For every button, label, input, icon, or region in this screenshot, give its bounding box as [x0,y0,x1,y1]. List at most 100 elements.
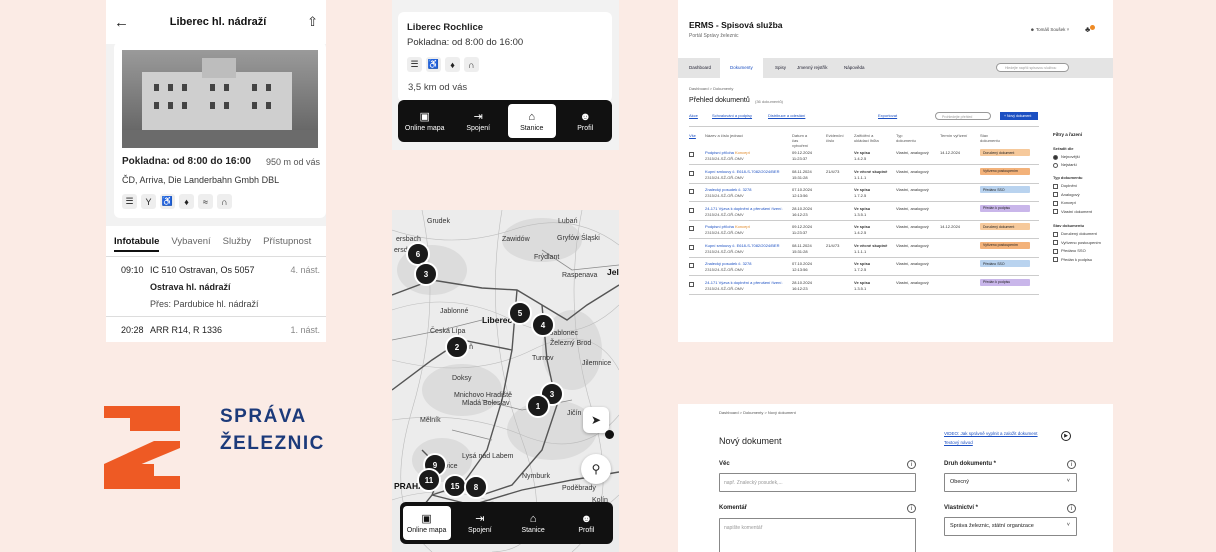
info-icon[interactable]: i [1067,460,1076,469]
document-type: Vlastní, analogový [896,224,929,229]
state-checkbox[interactable] [1053,231,1058,237]
row-checkbox[interactable] [689,263,694,268]
row-checkbox[interactable] [689,170,694,176]
nav-online-map[interactable]: ▣ Online mapa [401,104,449,138]
text-guide-link[interactable]: Textový návod [944,440,973,445]
type-checkbox[interactable] [1053,183,1058,189]
nav-rejstrik[interactable]: Jmenný rejstřík [797,65,828,70]
subject-input[interactable]: např. Znalecký posudek,... [719,473,916,492]
departure-train: ARR R14, R 1336 [150,325,223,335]
tab-infotabule[interactable]: Infotabule [114,236,160,252]
document-time: 16:12:23 [792,285,808,291]
map-label: Železný Brod [550,340,592,347]
nav-profile[interactable]: ☻ Profil [561,104,609,138]
nav-connection[interactable]: ⇥ Spojení [454,104,502,138]
row-checkbox[interactable] [689,226,694,231]
row-checkbox[interactable] [689,189,694,194]
document-date: 07.10.2024 [792,261,813,266]
wifi-icon: ≈ [198,194,213,209]
tab-sluzby[interactable]: Služby [223,236,252,252]
col-name: Název a číslo jednací [705,133,744,138]
map-cluster-marker[interactable]: 3 [414,262,438,286]
nav-connection[interactable]: ⇥ Spojení [456,506,504,540]
col-evid: Evidenční číslo [826,133,844,143]
sort-option-label: Nejnovější [1061,154,1080,159]
map-screen[interactable]: ersbach ersdorf Zawidów Grudek Gryfów Śl… [392,210,619,552]
nav-napoveda[interactable]: Nápověda [844,65,865,70]
map-cluster-marker[interactable]: 5 [508,301,532,325]
status-badge: Předáno SSO [980,186,1030,193]
user-icon: ☻ [580,512,593,525]
sort-radio[interactable] [1053,154,1058,160]
map-label: Jele [607,267,619,277]
row-checkbox[interactable] [689,152,694,157]
toolbar-export[interactable]: Exportovat [878,113,897,118]
state-checkbox[interactable] [1053,257,1058,262]
map-cluster-marker[interactable]: 8 [464,475,488,499]
nav-online-map[interactable]: ▣ Online mapa [402,506,451,540]
type-checkbox[interactable] [1053,209,1058,214]
concept-tag: Koncept [735,150,750,155]
user-menu[interactable]: ☻ Tomáš Soušek ˅ [1030,27,1069,32]
global-search-input[interactable]: Hledejte napříč spisovou službou [996,63,1069,72]
info-icon[interactable]: i [907,504,916,513]
document-name-link[interactable]: Znalecký posudek č. 3278 [705,187,783,192]
toolbar-actions[interactable]: Akce [689,113,698,118]
back-arrow-icon[interactable]: ← [114,14,129,31]
map-cluster-marker[interactable]: 11 [417,468,441,492]
new-document-button[interactable]: + Nový dokument [1000,112,1038,120]
doctype-select[interactable]: Obecný ˅ [944,473,1077,492]
status-badge: Předán k podpisu [980,278,1030,286]
map-cluster-marker[interactable]: 1 [526,394,550,418]
ticket-office-hours: Pokladna: od 8:00 do 16:00 [122,156,251,167]
map-cluster-marker[interactable]: 2 [445,335,469,359]
row-checkbox[interactable] [689,207,694,213]
document-id: 2315/24-SŽ-GŘ-OMV [705,248,744,254]
notification-bell-icon[interactable]: ♣ [1085,25,1096,34]
type-checkbox[interactable] [1053,192,1058,197]
document-date: 28.10.2024 [792,279,813,285]
nav-spisy[interactable]: Spisy [775,65,786,70]
info-icon[interactable]: i [907,460,916,469]
location-pin-icon[interactable]: ⚲ [581,454,611,484]
filter-type-title: Typ dokumentu [1053,175,1083,180]
info-icon[interactable]: i [1067,504,1076,513]
quick-search-input[interactable]: Prohledejte přehled [935,112,991,120]
document-class: Ve spisu [854,224,871,229]
state-checkbox[interactable] [1053,240,1058,245]
video-guide-link[interactable]: VIDEO: Jak správně vyplnit a založit dok… [944,431,1038,436]
tab-vybaveni[interactable]: Vybavení [171,236,210,252]
document-date: 08.11.2024 [792,242,812,248]
owner-label: Vlastnictví * [944,505,979,511]
row-checkbox[interactable] [689,244,694,250]
document-name-link[interactable]: 24-171 Výzva k doplnění a přerušení říze… [705,280,783,285]
document-class: Ve spisu [854,279,871,285]
play-icon[interactable]: ▶ [1061,431,1071,441]
comment-textarea[interactable]: napište komentář [719,518,916,552]
type-checkbox[interactable] [1053,200,1058,206]
map-cluster-marker[interactable]: 4 [531,313,555,337]
new-document-form: Dashboard > Dokumenty > Nový dokument No… [678,404,1113,552]
document-name-link[interactable]: 24-171 Výzva k doplnění a přerušení říze… [705,206,783,211]
nav-stations[interactable]: ⌂ Stanice [507,104,556,138]
document-name-link[interactable]: Znalecký posudek č. 3278 [705,261,783,266]
sort-radio[interactable] [1053,162,1058,168]
col-select-all[interactable]: Vše [689,133,696,138]
nav-profile[interactable]: ☻ Profil [562,506,610,540]
share-icon[interactable]: ⇧ [307,14,318,30]
nav-dashboard[interactable]: Dashboard [689,65,711,70]
nav-stations[interactable]: ⌂ Stanice [509,506,557,540]
state-checkbox[interactable] [1053,248,1058,254]
home-icon: ⌂ [528,110,536,123]
tab-pristupnost[interactable]: Přístupnost [263,236,311,252]
document-date: 09.12.2024 [792,150,813,155]
row-checkbox[interactable] [689,281,694,287]
owner-select[interactable]: Správa železnic, státní organizace ˅ [944,517,1077,536]
compass-icon[interactable]: ➤ [583,407,609,433]
document-name-link[interactable]: Kupní smlouvy č. E618-S-7082/2024/BER [705,243,783,248]
document-name-link[interactable]: Kupní smlouvy č. E618-S-7082/2024/BER [705,169,783,174]
nav-dokumenty[interactable]: Dokumenty [720,58,763,78]
toolbar-approval[interactable]: Schvalování a podpisy [712,113,752,118]
toolbar-distribution[interactable]: Distribuce a odeslání [768,113,805,118]
amenity-icons: ☰ Y ♿ ♦ ≈ ∩ [122,194,232,209]
